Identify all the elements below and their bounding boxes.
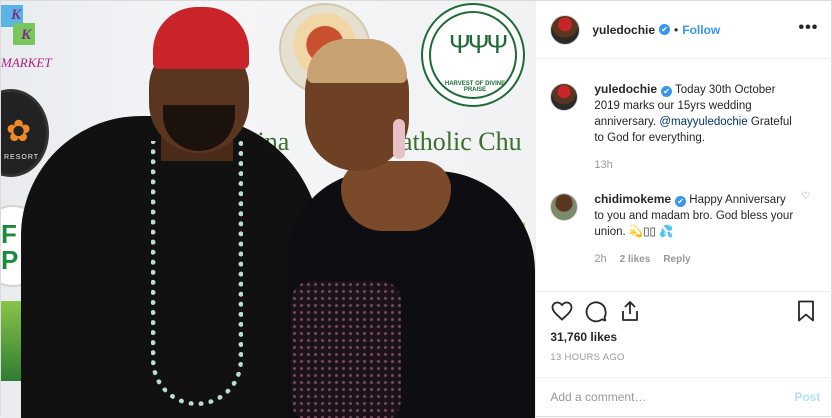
woman-shoulders: [341, 161, 451, 231]
likes-count[interactable]: 31,760 likes: [550, 330, 818, 344]
share-icon[interactable]: [618, 299, 642, 323]
avatar[interactable]: [550, 83, 579, 111]
post-button[interactable]: Post: [794, 390, 820, 404]
red-cap: [153, 7, 249, 69]
more-options-icon[interactable]: •••: [799, 19, 819, 37]
caption-meta: 13h: [594, 157, 794, 173]
reply-button[interactable]: Reply: [663, 254, 690, 265]
woman-hair: [307, 39, 407, 83]
people-icon: ΨΨΨ: [449, 29, 508, 59]
bead-necklace: [151, 141, 243, 406]
post-actions: 31,760 likes 13 HOURS AGO: [536, 291, 832, 363]
resort-logo: ✿ RESORT: [1, 89, 49, 177]
logo-letter: K: [21, 27, 32, 43]
separator-dot: •: [674, 22, 679, 37]
palm-icon: ✿: [6, 115, 32, 148]
heart-icon[interactable]: [550, 299, 574, 323]
post-header: yuledochie ✔ • Follow •••: [536, 1, 832, 59]
sequin-panel: [291, 281, 401, 418]
caption-username[interactable]: yuledochie: [594, 82, 657, 96]
comment-likes[interactable]: 2 likes: [620, 254, 651, 265]
verified-badge-icon: ✔: [659, 24, 671, 35]
action-icons: [550, 298, 818, 324]
avatar[interactable]: [550, 14, 581, 45]
avatar[interactable]: [550, 193, 579, 221]
post-photo[interactable]: K K MARKET ✿ RESORT F C P ΨΨΨ HARVEST OF…: [1, 1, 536, 418]
km-market-logo: K K MARKET: [1, 1, 61, 71]
post-side-panel: yuledochie ✔ • Follow ••• yuledochie ✔ To…: [535, 1, 832, 416]
bookmark-icon[interactable]: [794, 299, 818, 323]
comment-time[interactable]: 2h: [594, 253, 606, 265]
comment-username[interactable]: chidimokeme: [594, 192, 671, 206]
comment-like-icon[interactable]: ♡: [801, 191, 810, 202]
post-card: K K MARKET ✿ RESORT F C P ΨΨΨ HARVEST OF…: [0, 0, 832, 418]
comment-body: chidimokeme ✔ Happy Anniversary to you an…: [594, 191, 794, 268]
banner-text: atholic Chu: [401, 127, 522, 156]
caption: yuledochie ✔ Today 30th October 2019 mark…: [550, 81, 818, 173]
caption-time[interactable]: 13h: [594, 159, 612, 171]
verified-badge-icon: ✔: [661, 86, 673, 97]
comment-icon[interactable]: [584, 299, 608, 323]
comments-section: yuledochie ✔ Today 30th October 2019 mark…: [536, 59, 832, 291]
logo-text: MARKET: [1, 55, 52, 70]
header-username[interactable]: yuledochie: [592, 23, 655, 37]
verified-badge-icon: ✔: [675, 196, 687, 207]
comment-meta: 2h 2 likes Reply: [594, 251, 794, 268]
caption-body: yuledochie ✔ Today 30th October 2019 mark…: [594, 81, 794, 173]
post-timestamp: 13 HOURS AGO: [550, 352, 625, 363]
follow-button[interactable]: Follow: [682, 23, 720, 37]
logo-text: RESORT: [4, 154, 40, 161]
add-comment-bar: Post: [536, 377, 832, 416]
comment-input[interactable]: [550, 390, 795, 404]
comment-item: chidimokeme ✔ Happy Anniversary to you an…: [550, 191, 818, 268]
logo-text: HARVEST OF DIVINE PRAISE: [444, 81, 506, 93]
earring: [393, 119, 405, 159]
harvest-logo: ΨΨΨ HARVEST OF DIVINE PRAISE: [421, 3, 525, 107]
logo-letter: K: [11, 7, 22, 23]
mention-link[interactable]: @mayyuledochie: [659, 116, 747, 128]
